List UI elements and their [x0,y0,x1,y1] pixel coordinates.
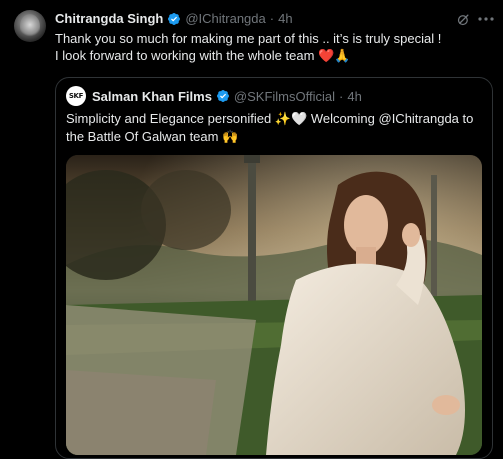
grok-icon[interactable] [455,11,471,27]
post-text: Thank you so much for making me part of … [55,30,495,64]
author-avatar[interactable] [14,10,46,42]
more-icon[interactable] [477,10,495,28]
quoted-header: SKF Salman Khan Films @SKFilmsOfficial ·… [66,86,362,106]
photo-illustration [66,155,482,455]
header-separator: · [269,11,275,26]
quoted-avatar[interactable]: SKF [66,86,86,106]
post-card[interactable]: Chitrangda Singh @IChitrangda · 4h Thank… [0,0,503,459]
post-time[interactable]: 4h [278,11,292,27]
quoted-author-handle[interactable]: @SKFilmsOfficial [234,89,335,104]
verified-badge-icon [167,12,181,26]
post-text-line-2: I look forward to working with the whole… [55,48,351,63]
quoted-text-line-2: the Battle Of Galwan team 🙌 [66,129,239,144]
quoted-photo[interactable] [66,155,482,455]
quoted-author-name[interactable]: Salman Khan Films [92,89,212,104]
quoted-separator: · [339,88,344,104]
verified-badge-icon [216,89,230,103]
post-header: Chitrangda Singh @IChitrangda · 4h [55,11,473,27]
author-name[interactable]: Chitrangda Singh [55,11,163,27]
quoted-text-line-1: Simplicity and Elegance personified ✨🤍 W… [66,111,474,126]
quoted-post-time[interactable]: 4h [347,89,361,104]
post-text-line-1: Thank you so much for making me part of … [55,31,442,46]
author-handle[interactable]: @IChitrangda [185,11,265,27]
quoted-post[interactable]: SKF Salman Khan Films @SKFilmsOfficial ·… [55,77,493,459]
quoted-text: Simplicity and Elegance personified ✨🤍 W… [66,110,482,146]
